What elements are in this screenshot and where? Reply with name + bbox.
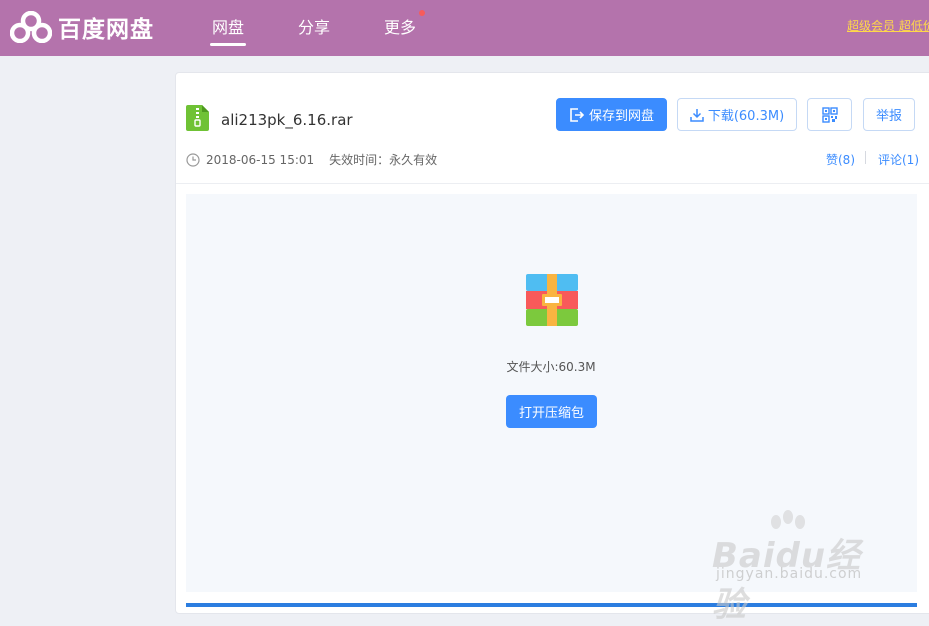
cloud-logo-icon bbox=[10, 11, 52, 43]
file-meta: 2018-06-15 15:01 失效时间：永久有效 bbox=[186, 151, 437, 168]
save-to-netdisk-button[interactable]: 保存到网盘 bbox=[556, 98, 667, 131]
header-divider bbox=[176, 183, 929, 184]
nav-item-more[interactable]: 更多 bbox=[384, 14, 416, 38]
meta-separator bbox=[865, 151, 866, 164]
top-navigation-bar: 百度网盘 网盘 分享 更多 超级会员 超低价 bbox=[0, 0, 929, 56]
logo-text: 百度网盘 bbox=[58, 17, 154, 43]
open-archive-label: 打开压缩包 bbox=[518, 406, 584, 421]
like-link[interactable]: 赞(8) bbox=[826, 151, 855, 168]
file-size-text: 文件大小:60.3M bbox=[506, 360, 596, 374]
save-icon bbox=[570, 107, 585, 122]
download-icon bbox=[690, 108, 704, 122]
open-archive-button[interactable]: 打开压缩包 bbox=[506, 395, 597, 428]
zip-file-icon bbox=[186, 105, 209, 131]
expiry-text: 失效时间：永久有效 bbox=[329, 153, 438, 167]
qr-code-icon bbox=[821, 106, 838, 123]
clock-icon bbox=[186, 152, 200, 167]
watermark-url-text: jingyan.baidu.com bbox=[716, 566, 863, 582]
qr-code-button[interactable] bbox=[807, 98, 852, 131]
notification-dot bbox=[419, 10, 425, 16]
share-date: 2018-06-15 15:01 bbox=[206, 152, 315, 167]
baidu-jingyan-watermark: Baidu经验 jingyan.baidu.com bbox=[712, 510, 882, 625]
active-nav-indicator bbox=[210, 43, 246, 46]
report-button-label: 举报 bbox=[875, 109, 902, 124]
report-button[interactable]: 举报 bbox=[863, 98, 915, 131]
nav-item-share[interactable]: 分享 bbox=[298, 14, 330, 38]
super-vip-promo-link[interactable]: 超级会员 超低价 bbox=[847, 17, 929, 34]
download-button-label: 下载(60.3M) bbox=[707, 109, 785, 124]
file-name: ali213pk_6.16.rar bbox=[221, 111, 353, 129]
comment-link[interactable]: 评论(1) bbox=[878, 151, 919, 168]
nav-item-netdisk[interactable]: 网盘 bbox=[212, 14, 244, 38]
baidu-netdisk-logo[interactable]: 百度网盘 bbox=[10, 10, 154, 44]
save-button-label: 保存到网盘 bbox=[588, 109, 654, 124]
rar-archive-icon bbox=[526, 274, 578, 326]
download-button[interactable]: 下载(60.3M) bbox=[677, 98, 797, 131]
